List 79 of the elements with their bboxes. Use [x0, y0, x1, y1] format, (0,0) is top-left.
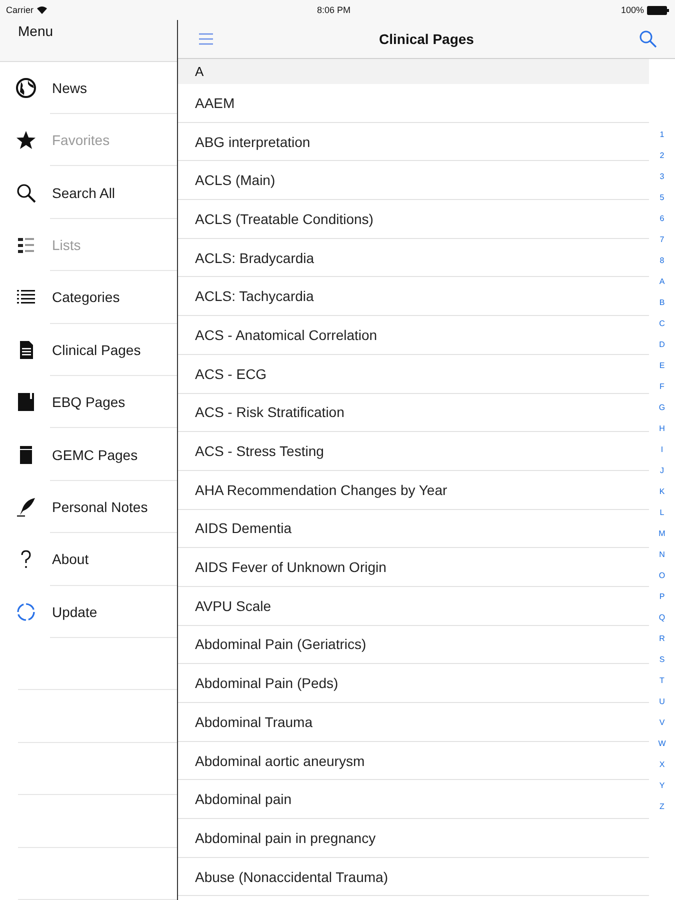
search-icon: [15, 182, 37, 204]
index-letter[interactable]: G: [658, 397, 666, 418]
page-list-item[interactable]: ACLS: Tachycardia: [195, 288, 314, 304]
page-list-item[interactable]: Abdominal pain in pregnancy: [195, 830, 376, 846]
page-list-item[interactable]: Abdominal Pain (Geriatrics): [195, 636, 366, 652]
index-letter[interactable]: F: [660, 376, 664, 397]
index-letter[interactable]: R: [659, 628, 665, 649]
sidebar-item[interactable]: Update: [52, 604, 98, 620]
index-letter[interactable]: S: [659, 649, 665, 670]
index-letter[interactable]: K: [659, 481, 665, 502]
index-letter[interactable]: Q: [658, 607, 666, 628]
page-list-item[interactable]: AIDS Fever of Unknown Origin: [195, 559, 386, 576]
page-list-item[interactable]: Abdominal pain: [195, 791, 292, 808]
sidebar-item[interactable]: EBQ Pages: [52, 394, 126, 410]
book-icon: [15, 391, 37, 414]
index-letter[interactable]: B: [659, 292, 665, 313]
index-letter[interactable]: W: [658, 733, 666, 754]
sidebar-item[interactable]: Clinical Pages: [52, 342, 141, 358]
index-letter[interactable]: 3: [660, 166, 664, 187]
page-list-item[interactable]: Abdominal Trauma: [195, 714, 313, 730]
page-list-item[interactable]: Abdominal aortic aneurysm: [195, 752, 365, 769]
search-button[interactable]: [639, 30, 657, 48]
index-letter[interactable]: A: [659, 271, 665, 292]
index-letter[interactable]: I: [660, 439, 664, 460]
globe-icon: [15, 76, 37, 99]
status-time: 8:06 PM: [316, 5, 350, 15]
index-letter[interactable]: U: [659, 691, 665, 712]
section-letter: A: [195, 64, 204, 79]
index-letter[interactable]: 2: [660, 145, 664, 166]
index-letter[interactable]: 7: [660, 229, 664, 250]
nav-title: Clinical Pages: [379, 31, 474, 47]
sidebar-title: Menu: [18, 23, 54, 39]
index-letter[interactable]: P: [659, 586, 665, 607]
sidebar-item[interactable]: GEMC Pages: [52, 446, 138, 463]
index-letter[interactable]: J: [660, 460, 664, 481]
index-letter[interactable]: 5: [660, 187, 664, 208]
index-letter[interactable]: 1: [660, 124, 664, 145]
index-letter[interactable]: D: [659, 334, 665, 355]
index-letter[interactable]: C: [659, 313, 665, 334]
index-letter[interactable]: Z: [660, 796, 664, 817]
page-list-item[interactable]: ACS - Anatomical Correlation: [195, 326, 378, 343]
page-list-item[interactable]: ACLS: Bradycardia: [195, 250, 314, 266]
wifi-icon: [36, 6, 47, 14]
page-list-item[interactable]: AVPU Scale: [195, 598, 271, 614]
page-list-item[interactable]: ACS - Stress Testing: [195, 443, 324, 460]
star-icon: [15, 129, 37, 152]
sidebar-item[interactable]: News: [52, 80, 88, 96]
index-letter[interactable]: E: [659, 355, 665, 376]
refresh-icon: [15, 600, 37, 623]
index-letter[interactable]: M: [658, 523, 666, 544]
battery-icon: [646, 6, 669, 14]
index-letter[interactable]: V: [659, 712, 665, 733]
sidebar-item[interactable]: About: [52, 551, 89, 568]
page-list-item[interactable]: AAEM: [195, 94, 235, 111]
index-letter[interactable]: Y: [659, 775, 665, 796]
quill-icon: [15, 496, 37, 518]
page-list-item[interactable]: ABG interpretation: [195, 134, 310, 150]
page-list-item[interactable]: ACLS (Main): [195, 172, 276, 188]
page-list-item[interactable]: AHA Recommendation Changes by Year: [195, 482, 448, 498]
sidebar-item[interactable]: Categories: [52, 289, 120, 306]
sidebar-item[interactable]: Personal Notes: [52, 499, 148, 516]
page-list-item[interactable]: ACS - ECG: [195, 366, 267, 382]
page-list-item[interactable]: Abdominal Pain (Peds): [195, 675, 338, 692]
page-list-item[interactable]: AIDS Dementia: [195, 520, 292, 536]
page-list-item[interactable]: Abuse (Nonaccidental Trauma): [195, 868, 388, 885]
index-letter[interactable]: H: [659, 418, 665, 439]
index-letter[interactable]: O: [658, 565, 666, 586]
index-letter[interactable]: T: [660, 670, 664, 691]
battery-label: 100%: [620, 5, 644, 15]
page-list-item[interactable]: ACS - Risk Stratification: [195, 404, 344, 420]
page-list-item[interactable]: ACLS (Treatable Conditions): [195, 210, 374, 227]
menu-button[interactable]: [198, 32, 214, 46]
index-letter[interactable]: X: [659, 754, 665, 775]
sidebar-item[interactable]: Search All: [52, 184, 116, 201]
index-letter[interactable]: N: [659, 544, 665, 565]
index-letter[interactable]: 6: [660, 208, 664, 229]
index-letter[interactable]: L: [660, 502, 664, 523]
index-letter[interactable]: 8: [660, 250, 664, 271]
carrier-label: Carrier: [6, 5, 34, 15]
